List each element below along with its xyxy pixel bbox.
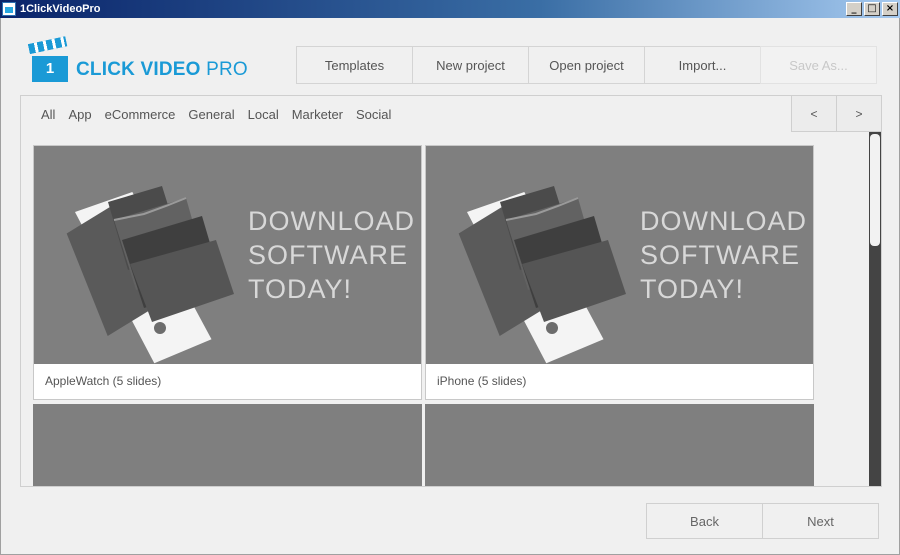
- app-logo: 1 CLICK VIDEO PRO: [27, 36, 248, 84]
- filter-marketer[interactable]: Marketer: [292, 107, 343, 122]
- maximize-button[interactable]: □: [864, 2, 880, 16]
- promo-line-1: DOWNLOAD: [248, 206, 416, 236]
- main-toolbar: Templates New project Open project Impor…: [296, 46, 877, 84]
- app-icon: [2, 2, 16, 16]
- window-controls: _ □ ×: [846, 2, 898, 16]
- prev-page-button[interactable]: <: [791, 96, 837, 132]
- vertical-scrollbar[interactable]: [869, 132, 881, 486]
- logo-number: 1: [32, 56, 68, 82]
- filter-local[interactable]: Local: [248, 107, 279, 122]
- scrollbar-thumb[interactable]: [870, 134, 880, 246]
- close-button[interactable]: ×: [882, 2, 898, 16]
- category-filters: All App eCommerce General Local Marketer…: [41, 107, 404, 122]
- next-button[interactable]: Next: [762, 503, 879, 539]
- template-thumbnail: DOWNLOAD SOFTWARE TODAY!: [34, 146, 421, 364]
- wizard-navigation: Back Next: [646, 503, 879, 539]
- promo-line-1: DOWNLOAD: [640, 206, 808, 236]
- filter-app[interactable]: App: [68, 107, 91, 122]
- new-project-button[interactable]: New project: [412, 46, 529, 84]
- template-card-partial[interactable]: [33, 404, 422, 486]
- logo-text-bold: CLICK VIDEO: [76, 59, 201, 80]
- promo-line-3: TODAY!: [248, 274, 353, 304]
- filter-general[interactable]: General: [188, 107, 234, 122]
- logo-text: CLICK VIDEO PRO: [76, 59, 248, 81]
- template-card-applewatch[interactable]: DOWNLOAD SOFTWARE TODAY! AppleWatch (5 s…: [33, 145, 422, 400]
- template-name: iPhone (5 slides): [437, 374, 527, 388]
- filter-ecommerce[interactable]: eCommerce: [105, 107, 176, 122]
- next-page-button[interactable]: >: [836, 96, 881, 132]
- promo-text: DOWNLOAD SOFTWARE TODAY!: [640, 204, 807, 306]
- template-name: AppleWatch (5 slides): [45, 374, 162, 388]
- promo-text: DOWNLOAD SOFTWARE TODAY!: [248, 204, 415, 306]
- page-navigation: < >: [791, 96, 881, 132]
- template-thumbnail: DOWNLOAD SOFTWARE TODAY!: [426, 146, 813, 364]
- filter-social[interactable]: Social: [356, 107, 391, 122]
- back-button[interactable]: Back: [646, 503, 763, 539]
- title-bar: 1ClickVideoPro _ □ ×: [0, 0, 900, 18]
- promo-line-2: SOFTWARE: [248, 240, 408, 270]
- logo-text-light: PRO: [206, 59, 248, 80]
- open-project-button[interactable]: Open project: [528, 46, 645, 84]
- promo-line-2: SOFTWARE: [640, 240, 800, 270]
- clapperboard-icon: 1: [27, 36, 70, 84]
- templates-panel: All App eCommerce General Local Marketer…: [20, 95, 882, 487]
- filter-all[interactable]: All: [41, 107, 55, 122]
- template-card-partial[interactable]: [425, 404, 814, 486]
- templates-button[interactable]: Templates: [296, 46, 413, 84]
- minimize-button[interactable]: _: [846, 2, 862, 16]
- promo-line-3: TODAY!: [640, 274, 745, 304]
- save-as-button[interactable]: Save As...: [760, 46, 877, 84]
- template-card-iphone[interactable]: DOWNLOAD SOFTWARE TODAY! iPhone (5 slide…: [425, 145, 814, 400]
- import-button[interactable]: Import...: [644, 46, 761, 84]
- window-title: 1ClickVideoPro: [20, 3, 101, 15]
